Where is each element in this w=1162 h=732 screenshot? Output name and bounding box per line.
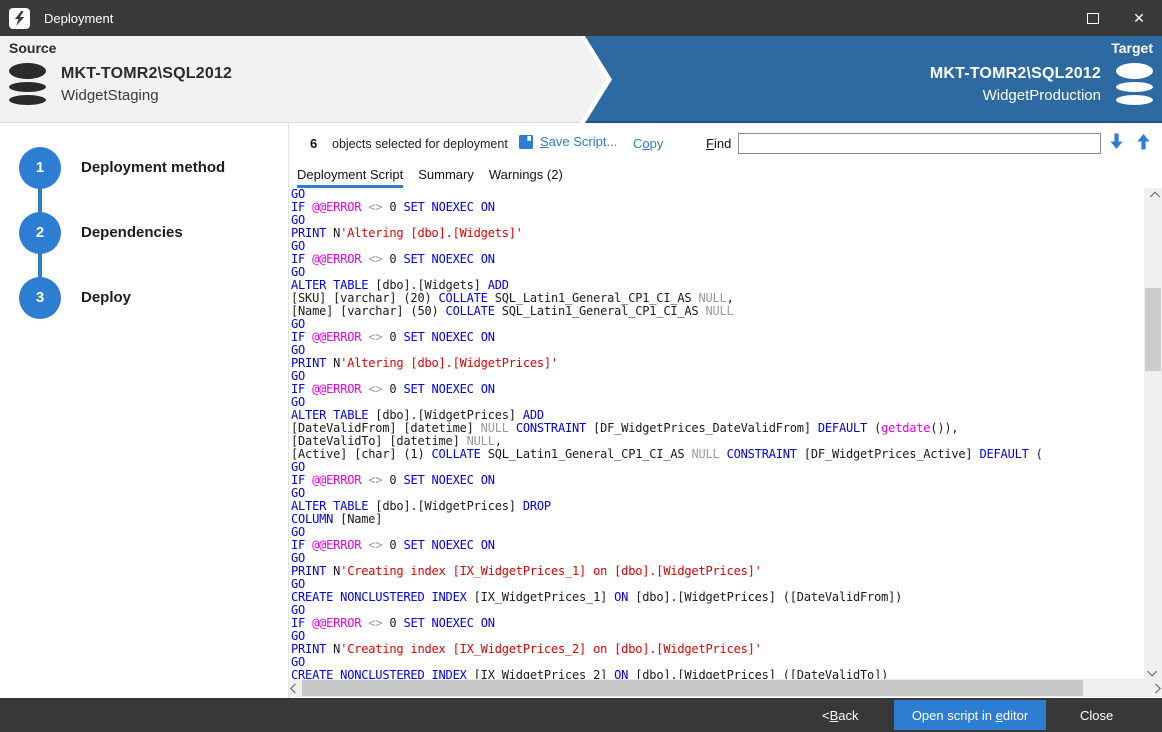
scroll-down-button[interactable] (1144, 663, 1162, 679)
object-count: 6 (310, 136, 317, 151)
source-label: Source (9, 40, 56, 56)
database-icon-source (9, 63, 46, 105)
script-line: IF @@ERROR <> 0 SET NOEXEC ON (291, 201, 1144, 214)
arrow-up-icon (1136, 133, 1151, 150)
object-count-label: objects selected for deployment (332, 137, 508, 151)
step-label: Dependencies (81, 224, 183, 241)
find-next-button[interactable] (1109, 133, 1124, 150)
vertical-scrollbar-thumb[interactable] (1145, 288, 1161, 371)
script-line: IF @@ERROR <> 0 SET NOEXEC ON (291, 539, 1144, 552)
tab-bar: Deployment Script Summary Warnings (2) (297, 167, 563, 188)
vertical-scrollbar[interactable] (1144, 188, 1162, 679)
script-line: IF @@ERROR <> 0 SET NOEXEC ON (291, 617, 1144, 630)
step-number-badge: 2 (19, 212, 61, 254)
window-title: Deployment (44, 11, 113, 26)
script-line: COLUMN [Name] (291, 513, 1144, 526)
main-panel: 6 objects selected for deployment Save S… (289, 123, 1162, 698)
script-line: IF @@ERROR <> 0 SET NOEXEC ON (291, 383, 1144, 396)
app-icon (9, 8, 30, 29)
find-previous-button[interactable] (1136, 133, 1151, 150)
script-line: [Active] [char] (1) COLLATE SQL_Latin1_G… (291, 448, 1144, 461)
wizard-sidebar: 1 Deployment method 2 Dependencies 3 Deploy (0, 123, 289, 698)
tab-summary[interactable]: Summary (418, 167, 474, 188)
close-button[interactable]: Close (1080, 698, 1113, 732)
script-line: IF @@ERROR <> 0 SET NOEXEC ON (291, 331, 1144, 344)
copy-button[interactable]: Copy (633, 136, 663, 151)
wizard-step-1[interactable]: 1 Deployment method (19, 135, 225, 200)
script-line: ALTER TABLE [dbo].[WidgetPrices] DROP (291, 500, 1144, 513)
titlebar: Deployment ✕ (0, 0, 1162, 36)
script-line: [Name] [varchar] (50) COLLATE SQL_Latin1… (291, 305, 1144, 318)
wizard-steps: 1 Deployment method 2 Dependencies 3 Deploy (19, 135, 225, 330)
script-line: PRINT N'Altering [dbo].[Widgets]' (291, 227, 1144, 240)
tab-deployment-script[interactable]: Deployment Script (297, 167, 403, 188)
maximize-button[interactable] (1070, 0, 1116, 36)
chevron-up-icon (1149, 191, 1159, 201)
tab-warnings-2[interactable]: Warnings (2) (489, 167, 563, 188)
source-target-header: Source MKT-TOMR2\SQL2012 WidgetStaging T… (0, 36, 1162, 123)
open-script-in-editor-button[interactable]: Open script in editor (894, 700, 1046, 730)
target-database-name: WidgetProduction (930, 87, 1101, 104)
chevron-down-icon (1147, 666, 1157, 676)
footer-bar: < Back Open script in editor Close (0, 698, 1162, 732)
script-line: CREATE NONCLUSTERED INDEX [IX_WidgetPric… (291, 591, 1144, 604)
window-close-button[interactable]: ✕ (1116, 0, 1162, 36)
source-database-block: MKT-TOMR2\SQL2012 WidgetStaging (9, 63, 232, 105)
horizontal-scrollbar[interactable] (289, 679, 1162, 697)
save-script-button[interactable]: Save Script... (519, 134, 617, 149)
target-database-block: MKT-TOMR2\SQL2012 WidgetProduction (930, 63, 1153, 105)
script-line: PRINT N'Creating index [IX_WidgetPrices_… (291, 643, 1144, 656)
horizontal-scrollbar-thumb[interactable] (302, 680, 1083, 696)
chevron-left-icon (290, 683, 300, 693)
step-label: Deploy (81, 289, 131, 306)
save-icon (519, 135, 533, 149)
target-label: Target (1111, 40, 1153, 56)
save-script-label: Save Script... (540, 134, 617, 149)
maximize-icon (1087, 13, 1099, 24)
script-line: IF @@ERROR <> 0 SET NOEXEC ON (291, 474, 1144, 487)
scroll-right-button[interactable] (1147, 679, 1162, 697)
target-server-name: MKT-TOMR2\SQL2012 (930, 65, 1101, 83)
source-database-name: WidgetStaging (61, 87, 232, 104)
chevron-right-icon (1151, 683, 1161, 693)
sql-compare-logo-icon (13, 11, 26, 26)
wizard-step-3[interactable]: 3 Deploy (19, 265, 225, 330)
find-label: Find (706, 136, 731, 151)
deployment-script-viewer[interactable]: GOIF @@ERROR <> 0 SET NOEXEC ONGOPRINT N… (291, 188, 1144, 679)
arrow-down-icon (1109, 133, 1124, 150)
step-number-badge: 1 (19, 147, 61, 189)
step-number-badge: 3 (19, 277, 61, 319)
back-button[interactable]: < Back (822, 698, 859, 732)
source-server-name: MKT-TOMR2\SQL2012 (61, 65, 232, 83)
wizard-step-2[interactable]: 2 Dependencies (19, 200, 225, 265)
step-label: Deployment method (81, 159, 225, 176)
script-line: IF @@ERROR <> 0 SET NOEXEC ON (291, 253, 1144, 266)
scroll-up-button[interactable] (1144, 188, 1162, 204)
script-line: PRINT N'Creating index [IX_WidgetPrices_… (291, 565, 1144, 578)
script-line: CREATE NONCLUSTERED INDEX [IX_WidgetPric… (291, 669, 1144, 679)
find-input[interactable] (738, 133, 1101, 154)
window-buttons: ✕ (1070, 0, 1162, 36)
script-line: PRINT N'Altering [dbo].[WidgetPrices]' (291, 357, 1144, 370)
database-icon-target (1116, 63, 1153, 105)
